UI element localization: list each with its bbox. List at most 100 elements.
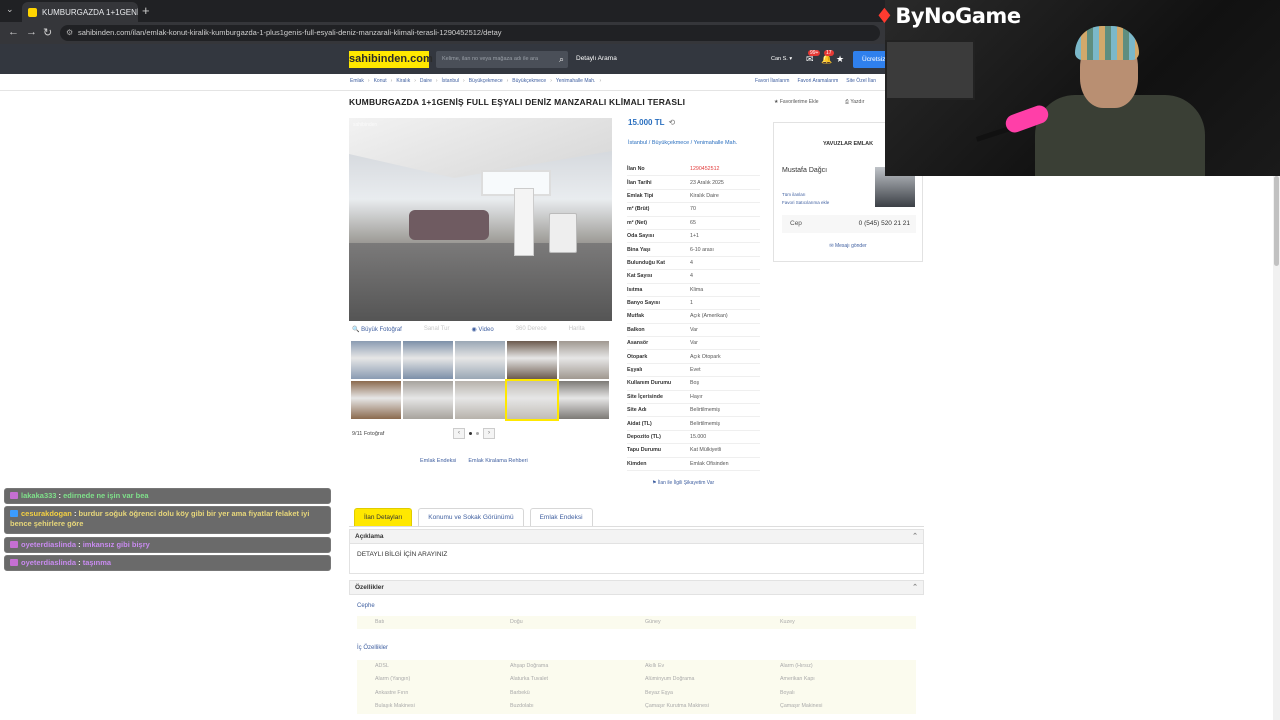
feature-item: Akıllı Ev: [645, 663, 665, 669]
top-links: Favori İlanlarım Favori Aramalarım Site …: [755, 78, 876, 84]
feature-item: Alarm (Hırsız): [780, 663, 813, 669]
tab-ilan-detaylari[interactable]: İlan Detayları: [354, 508, 413, 526]
send-message-label: Mesajı gönder: [834, 243, 867, 249]
spec-row: Aidat (TL) Belirtilmemiş: [627, 417, 760, 431]
video-button[interactable]: ◉ Video: [472, 326, 494, 333]
photo-tools: 🔍 Büyük Fotoğraf Sanal Tur ◉ Video 360 D…: [352, 326, 585, 333]
photo-thumbnail[interactable]: [403, 341, 453, 379]
large-photo-button[interactable]: 🔍 Büyük Fotoğraf: [352, 326, 402, 333]
page-dot[interactable]: [469, 432, 472, 435]
complain-link[interactable]: ⚑ İlan ile İlgili Şikayetim Var: [652, 480, 714, 486]
photo-thumbnail[interactable]: [455, 341, 505, 379]
price: 15.000 TL ⟲: [628, 118, 675, 127]
tab-search-icon[interactable]: ⌄: [6, 4, 14, 15]
search-input[interactable]: Kelime, ilan no veya mağaza adı ile ara …: [436, 51, 568, 68]
description-header[interactable]: Açıklama ⌃: [349, 529, 924, 544]
photo-thumbnail[interactable]: [505, 379, 559, 421]
spec-label: Bulunduğu Kat: [627, 259, 665, 266]
forward-icon[interactable]: →: [26, 26, 37, 38]
user-menu[interactable]: Can S. ▾: [771, 56, 792, 62]
breadcrumb-item[interactable]: Kiralık: [396, 78, 410, 84]
complain-label: İlan ile İlgili Şikayetim Var: [657, 480, 715, 486]
main-photo[interactable]: sahibinden: [349, 118, 612, 321]
breadcrumb-item[interactable]: Daire: [420, 78, 432, 84]
feature-item: Barbekü: [510, 689, 530, 696]
collapse-icon[interactable]: ⌃: [912, 581, 918, 594]
phone-number[interactable]: 0 (545) 520 21 21: [859, 215, 910, 233]
location-district[interactable]: Büyükçekmece: [652, 140, 689, 146]
back-icon[interactable]: ←: [8, 26, 19, 38]
chat-text: taşınma: [82, 558, 112, 567]
browser-tab[interactable]: KUMBURGAZDA 1+1GENİŞ FUL ✕: [22, 2, 138, 22]
chat-username: oyeterdiaslinda: [21, 540, 77, 549]
spec-row: Otopark Açık Otopark: [627, 350, 760, 364]
breadcrumb-item[interactable]: Emlak: [350, 78, 364, 84]
cephe-grid: Batı Doğu Güney Kuzey: [357, 616, 916, 630]
breadcrumb: Emlak › Konut › Kiralık › Daire › İstanbul › …: [350, 78, 602, 84]
photo-thumbnail[interactable]: [559, 381, 609, 419]
url-field[interactable]: ⚙ sahibinden.com/ilan/emlak-konut-kirali…: [60, 25, 880, 41]
search-icon[interactable]: ⌕: [559, 51, 564, 68]
photo-thumbnail[interactable]: [455, 381, 505, 419]
detailed-search-link[interactable]: Detaylı Arama: [576, 55, 617, 62]
thumbnail-grid: [351, 341, 611, 421]
breadcrumb-item[interactable]: Büyükçekmece: [512, 78, 546, 84]
spec-value: Hayır: [690, 393, 703, 400]
notifications-badge: 17: [824, 50, 834, 56]
add-favorite-link[interactable]: ★ Favorilerime Ekle: [774, 99, 819, 105]
spec-value: Açık (Amerikan): [690, 313, 728, 320]
chat-separator: :: [71, 509, 79, 518]
add-favorite-label: Favorilerime Ekle: [779, 99, 819, 105]
favorite-searches-link[interactable]: Favori Aramalarım: [797, 78, 838, 84]
next-page-button[interactable]: ›: [483, 428, 495, 439]
site-info-icon[interactable]: ⚙: [66, 25, 73, 41]
favorites-star-icon[interactable]: ★: [836, 54, 844, 65]
emlak-endeksi-link[interactable]: Emlak Endeksi: [420, 458, 456, 464]
spec-label: Mutfak: [627, 313, 645, 320]
photo-thumbnail[interactable]: [351, 341, 401, 379]
site-logo[interactable]: sahibinden.com: [349, 51, 433, 68]
large-photo-label: Büyük Fotoğraf: [361, 327, 402, 333]
spec-row: Bina Yaşı 6-10 arası: [627, 243, 760, 257]
site-special-link[interactable]: Site Özel İlan: [846, 78, 876, 84]
spec-value: 6-10 arası: [690, 246, 714, 253]
photo-thumbnail[interactable]: [507, 341, 557, 379]
features-header[interactable]: Özellikler ⌃: [349, 580, 924, 595]
spec-value: 1: [690, 300, 693, 307]
breadcrumb-item[interactable]: Yenimahalle Mah.: [556, 78, 596, 84]
photo-thumbnail[interactable]: [559, 341, 609, 379]
scrollbar-thumb[interactable]: [1274, 176, 1279, 266]
send-message-link[interactable]: ✉ Mesajı gönder: [774, 243, 922, 249]
location-neighborhood[interactable]: Yenimahalle Mah.: [694, 140, 738, 146]
phone-label: Cep: [790, 220, 802, 227]
spec-row: Banyo Sayısı 1: [627, 297, 760, 311]
location-city[interactable]: İstanbul: [628, 140, 647, 146]
chat-username: cesurakdogan: [21, 509, 72, 518]
favorite-seller-link[interactable]: Favori Satıcılarıma ekle: [782, 199, 829, 207]
photo-thumbnail[interactable]: [351, 381, 401, 419]
breadcrumb-item[interactable]: Konut: [374, 78, 387, 84]
photo-thumbnail[interactable]: [403, 381, 453, 419]
spec-value: Boş: [690, 380, 700, 387]
breadcrumb-item[interactable]: İstanbul: [442, 78, 460, 84]
print-link[interactable]: ⎙ Yazdır: [845, 99, 864, 105]
tab-konum[interactable]: Konumu ve Sokak Görünümü: [418, 508, 524, 526]
spec-row: İlan No 1290452512: [627, 163, 760, 177]
chat-badge-icon: [10, 510, 18, 517]
page-dot[interactable]: [476, 432, 479, 435]
rental-guide-link[interactable]: Emlak Kiralama Rehberi: [468, 458, 527, 464]
spec-label: Otopark: [627, 353, 648, 360]
reload-icon[interactable]: ↻: [43, 26, 52, 39]
collapse-icon[interactable]: ⌃: [912, 530, 918, 543]
flame-icon: ♦: [875, 4, 894, 28]
divider: [349, 526, 924, 527]
new-tab-icon[interactable]: +: [142, 3, 150, 18]
favorite-listings-link[interactable]: Favori İlanlarım: [755, 78, 789, 84]
all-listings-link[interactable]: Tüm ilanları: [782, 191, 829, 199]
breadcrumb-item[interactable]: Büyükçekmece: [469, 78, 503, 84]
tab-emlak-endeksi[interactable]: Emlak Endeksi: [529, 508, 593, 526]
spec-row: Isıtma Klima: [627, 284, 760, 297]
price-history-icon[interactable]: ⟲: [668, 118, 675, 127]
user-name: Can S.: [771, 56, 788, 62]
prev-page-button[interactable]: ‹: [453, 428, 465, 439]
